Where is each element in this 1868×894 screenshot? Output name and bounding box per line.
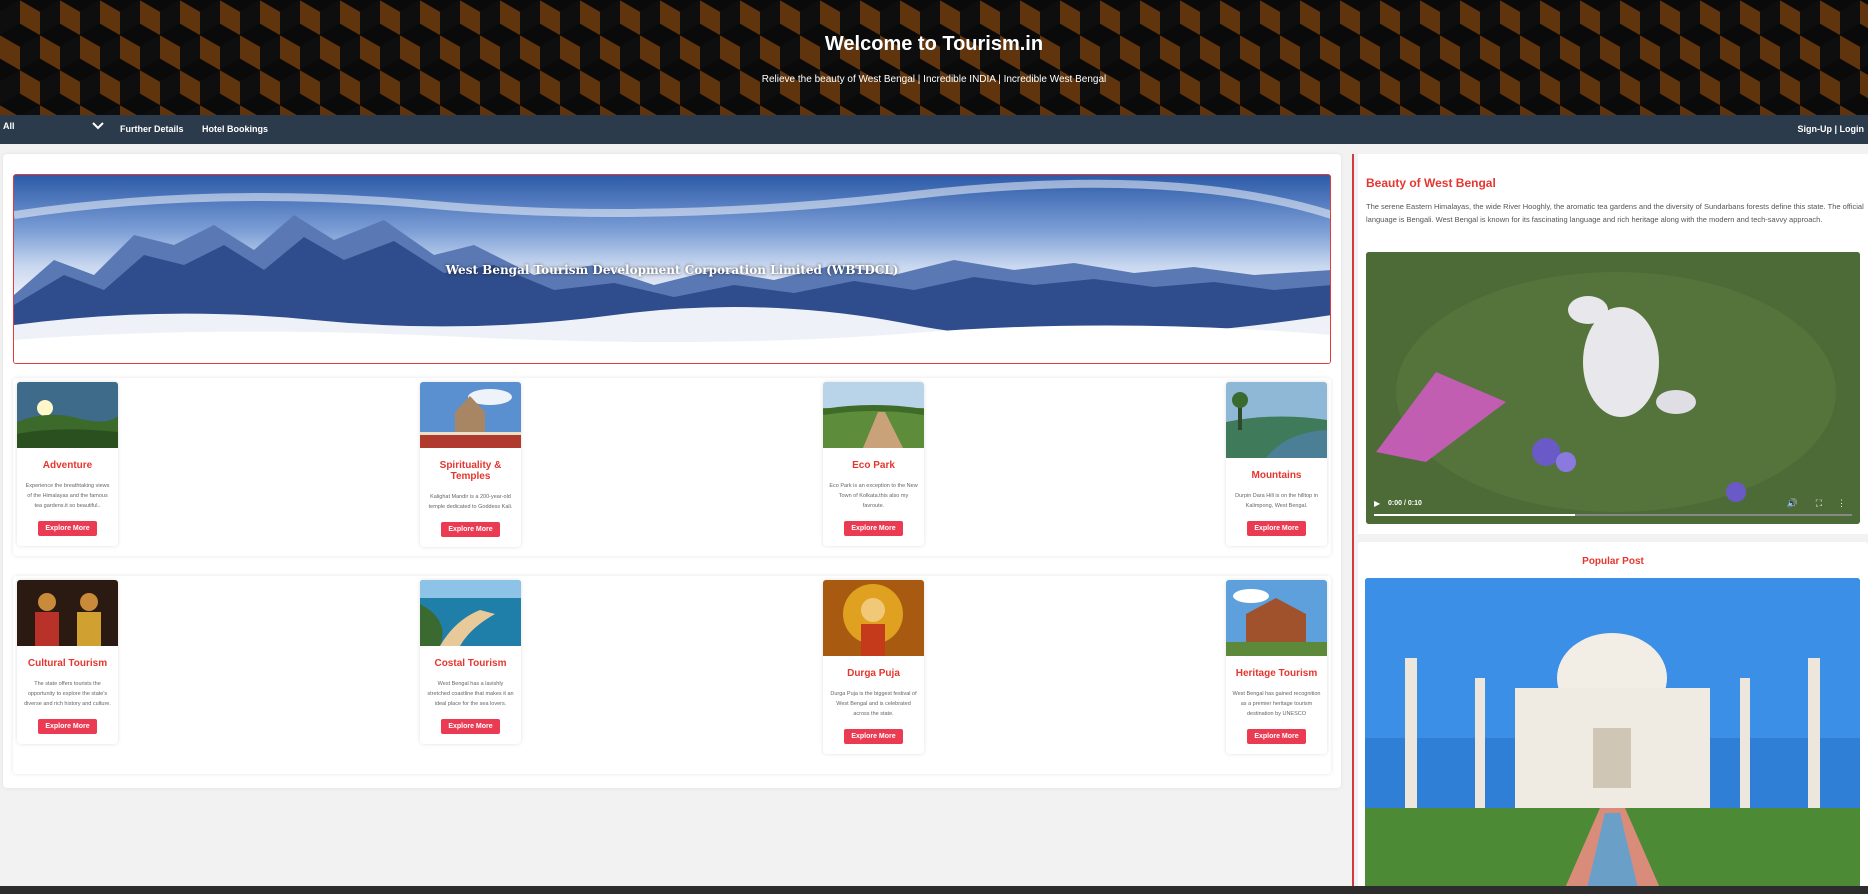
taj-mahal-image [1365,578,1860,888]
beauty-panel: Beauty of West Bengal The serene Eastern… [1358,154,1868,534]
site-header: Welcome to Tourism.in Relieve the beauty… [0,0,1868,115]
explore-more-button[interactable]: Explore More [441,719,500,734]
card-title: Mountains [1251,470,1302,481]
card-desc: Experience the breathtaking views of the… [25,483,110,509]
mountains-image [1226,382,1327,458]
explore-more-button[interactable]: Explore More [844,729,903,744]
chevron-down-icon [91,119,105,135]
signup-login-link[interactable]: Sign-Up | Login [1797,124,1864,134]
sidebar-title: Beauty of West Bengal [1366,176,1496,190]
card-mountains: Mountains Durpin Dara Hill is on the hil… [1226,382,1327,546]
explore-more-button[interactable]: Explore More [38,719,97,734]
nav-link-hotel-bookings[interactable]: Hotel Bookings [202,124,268,134]
sidebar-text: The serene Eastern Himalayas, the wide R… [1366,202,1864,224]
card-desc: West Bengal has a lavishly stretched coa… [427,681,514,707]
adventure-image [17,382,118,448]
card-costal-tourism: Costal Tourism West Bengal has a lavishl… [420,580,521,744]
card-title: Durga Puja [847,668,900,679]
card-title: Eco Park [852,460,895,471]
main-panel: West Bengal Tourism Development Corporat… [3,154,1341,788]
nav-link-further-details[interactable]: Further Details [120,124,184,134]
popular-post-panel: Popular Post [1358,542,1868,888]
hero-banner: West Bengal Tourism Development Corporat… [13,174,1331,364]
category-select[interactable]: All [3,119,105,135]
card-adventure: Adventure Experience the breathtaking vi… [17,382,118,546]
sidebar: Beauty of West Bengal The serene Eastern… [1352,154,1868,888]
card-durga-puja: Durga Puja Durga Puja is the biggest fes… [823,580,924,754]
eco-park-image [823,382,924,448]
banner-caption: West Bengal Tourism Development Corporat… [445,263,899,277]
card-title: Cultural Tourism [27,658,108,669]
coastal-image [420,580,521,646]
popular-post-title: Popular Post [1582,556,1644,567]
card-title: Costal Tourism [434,658,507,669]
temple-image [420,382,521,448]
site-subtitle: Relieve the beauty of West Bengal | Incr… [761,74,1107,85]
card-desc: Durpin Dara Hill is on the hilltop in Ka… [1235,493,1318,509]
bottom-strip [0,886,1868,894]
video-controls: ▶ 0:00 / 0:10 🔊 ⛶ ⋮ [1366,490,1860,524]
video-player[interactable]: ▶ 0:00 / 0:10 🔊 ⛶ ⋮ [1366,252,1860,524]
explore-more-button[interactable]: Explore More [1247,729,1306,744]
site-title: Welcome to Tourism.in [824,33,1044,55]
card-desc: Durga Puja is the biggest festival of We… [830,691,917,717]
card-row-1: Adventure Experience the breathtaking vi… [13,378,1331,556]
explore-more-button[interactable]: Explore More [38,521,97,536]
play-icon[interactable]: ▶ [1374,499,1380,508]
card-cultural-tourism: Cultural Tourism The state offers touris… [17,580,118,744]
card-desc: Eco Park is an exception to the New Town… [829,483,918,509]
nav-bar: All Further Details Hotel Bookings Sign-… [0,115,1868,144]
card-row-2: Cultural Tourism The state offers touris… [13,576,1331,774]
card-desc: Kalighat Mandir is a 200-year-old temple… [428,494,513,510]
card-heritage-tourism: Heritage Tourism West Bengal has gained … [1226,580,1327,754]
card-desc: The state offers tourists the opportunit… [24,681,111,707]
card-eco-park: Eco Park Eco Park is an exception to the… [823,382,924,546]
card-title: Heritage Tourism [1235,668,1318,679]
cultural-tourism-image [17,580,118,646]
video-time: 0:00 / 0:10 [1388,500,1422,507]
more-options-icon[interactable]: ⋮ [1837,498,1846,509]
video-seek-bar[interactable] [1374,514,1852,516]
category-select-value: All [3,121,15,131]
card-spirituality-temples: Spirituality & Temples Kalighat Mandir i… [420,382,521,547]
explore-more-button[interactable]: Explore More [1247,521,1306,536]
volume-icon[interactable]: 🔊 [1787,498,1798,509]
video-frame [1366,252,1860,524]
explore-more-button[interactable]: Explore More [844,521,903,536]
card-title: Adventure [42,460,93,471]
explore-more-button[interactable]: Explore More [441,522,500,537]
heritage-image [1226,580,1327,656]
card-desc: West Bengal has gained recognition as a … [1232,691,1321,717]
video-seek-fill [1374,514,1575,516]
fullscreen-icon[interactable]: ⛶ [1816,498,1822,509]
card-title: Spirituality & Temples [439,460,502,482]
durga-puja-image [823,580,924,656]
